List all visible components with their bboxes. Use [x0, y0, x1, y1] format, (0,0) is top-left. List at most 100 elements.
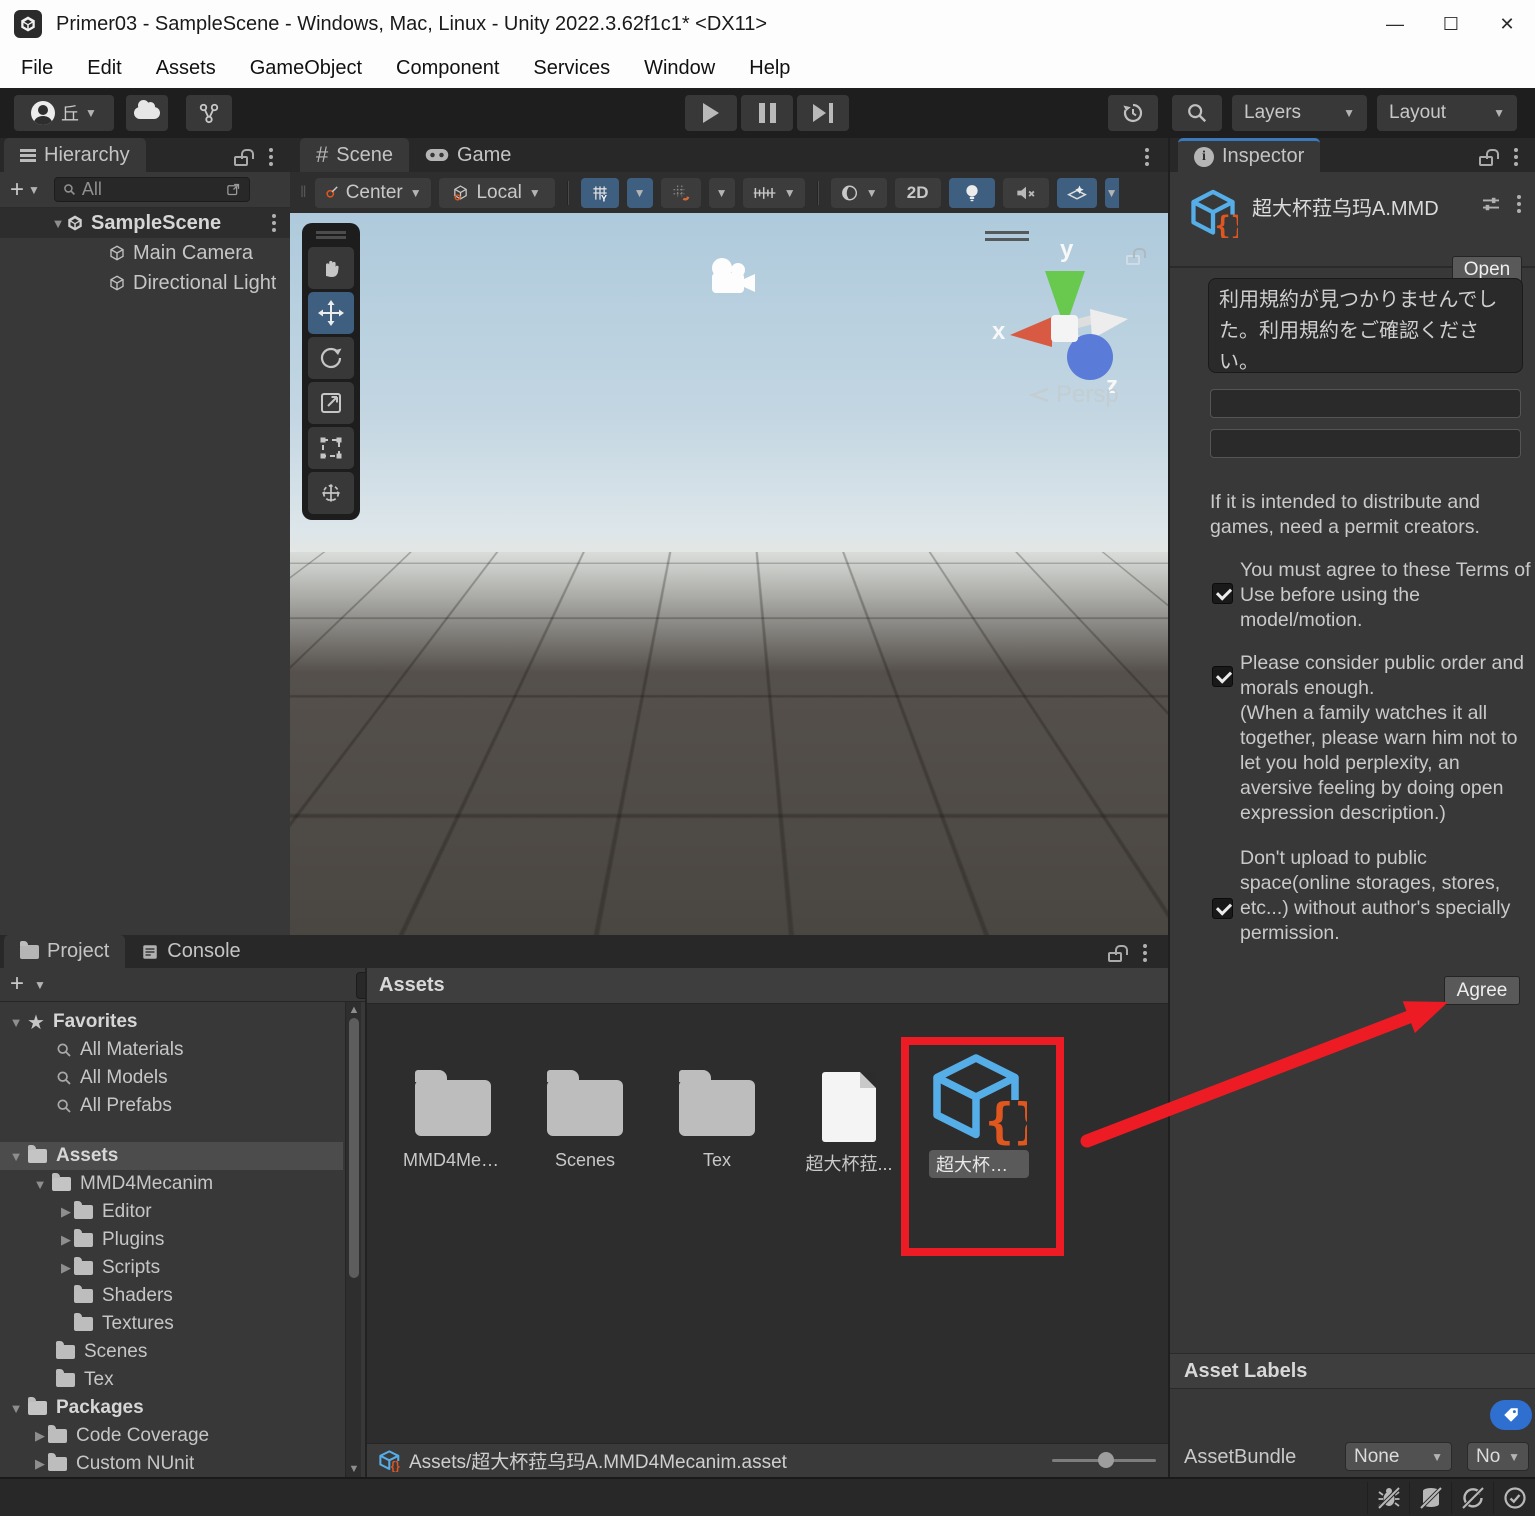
account-button[interactable]: 丘 ▼: [14, 95, 114, 131]
asset-item-tex-folder[interactable]: Tex: [667, 1070, 767, 1171]
scrollbar-thumb[interactable]: [349, 1018, 359, 1278]
slider-thumb[interactable]: [1098, 1452, 1114, 1468]
tab-game[interactable]: Game: [409, 138, 527, 172]
overlay-drag-handle[interactable]: [316, 231, 346, 239]
tab-console[interactable]: Console: [125, 935, 256, 968]
scene-effects-button[interactable]: [1056, 177, 1097, 208]
foldout-open-icon[interactable]: ▼: [50, 216, 66, 231]
menu-edit[interactable]: Edit: [70, 48, 138, 88]
pause-button[interactable]: [741, 95, 793, 131]
hierarchy-item-directional-light[interactable]: Directional Light: [0, 268, 290, 298]
hierarchy-search-input[interactable]: All: [53, 177, 250, 202]
hand-tool-button[interactable]: [308, 247, 354, 289]
tree-item-tex[interactable]: Tex: [0, 1366, 343, 1394]
add-object-caret-icon[interactable]: ▼: [28, 183, 40, 197]
kebab-menu-icon[interactable]: [1504, 189, 1534, 219]
tree-item-custom-nunit[interactable]: ▶ Custom NUnit: [0, 1450, 343, 1477]
thumbnail-size-slider[interactable]: [1052, 1452, 1156, 1468]
tree-item-plugins[interactable]: ▶ Plugins: [0, 1226, 343, 1254]
cloud-button[interactable]: [126, 95, 168, 131]
menu-gameobject[interactable]: GameObject: [233, 48, 379, 88]
grid-breadcrumb[interactable]: Assets: [367, 968, 1168, 1004]
step-button[interactable]: [797, 95, 849, 131]
transform-tool-button[interactable]: [308, 472, 354, 514]
tree-item-favorites[interactable]: ▼ ★ Favorites: [0, 1008, 343, 1036]
create-asset-caret-icon[interactable]: ▼: [34, 978, 46, 992]
scene-lighting-button[interactable]: [948, 177, 995, 208]
tab-project[interactable]: Project: [4, 935, 126, 968]
move-tool-button[interactable]: [308, 292, 354, 334]
asset-item-scenes-folder[interactable]: Scenes: [535, 1070, 635, 1171]
tree-item-packages[interactable]: ▼ Packages: [0, 1394, 343, 1422]
scene-audio-button[interactable]: [1002, 177, 1049, 208]
tree-item-all-prefabs[interactable]: All Prefabs: [0, 1092, 343, 1120]
presets-icon[interactable]: [1482, 196, 1500, 217]
create-asset-button[interactable]: +: [10, 970, 24, 998]
tree-item-shaders[interactable]: Shaders: [0, 1282, 343, 1310]
rect-tool-button[interactable]: [308, 427, 354, 469]
layers-dropdown[interactable]: Layers ▼: [1232, 95, 1367, 131]
tree-item-scripts[interactable]: ▶ Scripts: [0, 1254, 343, 1282]
hierarchy-item-main-camera[interactable]: Main Camera: [0, 238, 290, 268]
terms-checkbox-3[interactable]: [1212, 898, 1233, 919]
grid-options-caret[interactable]: ▼: [626, 177, 653, 208]
add-object-button[interactable]: +: [10, 176, 24, 204]
tree-item-mmd4mecanim[interactable]: ▼ MMD4Mecanim: [0, 1170, 343, 1198]
menu-help[interactable]: Help: [732, 48, 807, 88]
assetbundle-variant-dropdown[interactable]: No ▼: [1467, 1442, 1529, 1471]
debugger-disabled-button[interactable]: [1367, 1482, 1409, 1514]
kebab-menu-icon[interactable]: [1130, 938, 1160, 968]
lock-icon[interactable]: [1471, 142, 1501, 172]
tree-item-textures[interactable]: Textures: [0, 1310, 343, 1338]
tree-item-editor[interactable]: ▶ Editor: [0, 1198, 343, 1226]
asset-labels-header[interactable]: Asset Labels: [1170, 1353, 1535, 1389]
tree-item-code-coverage[interactable]: ▶ Code Coverage: [0, 1422, 343, 1450]
tab-inspector[interactable]: i Inspector: [1178, 138, 1321, 172]
tree-item-scenes[interactable]: Scenes: [0, 1338, 343, 1366]
layout-dropdown[interactable]: Layout ▼: [1377, 95, 1517, 131]
scroll-up-icon[interactable]: ▲: [346, 1004, 362, 1016]
menu-component[interactable]: Component: [379, 48, 516, 88]
scene-row[interactable]: ▼ SampleScene: [0, 208, 290, 238]
rotate-tool-button[interactable]: [308, 337, 354, 379]
tab-scene[interactable]: # Scene: [300, 138, 409, 172]
assetbundle-dropdown[interactable]: None ▼: [1345, 1442, 1452, 1471]
snap-grid-button[interactable]: [660, 177, 701, 208]
tool-settings-button[interactable]: ▼: [742, 177, 805, 208]
menu-file[interactable]: File: [4, 48, 70, 88]
tree-scrollbar[interactable]: ▲ ▼: [345, 1002, 361, 1477]
open-in-window-icon[interactable]: [226, 182, 241, 197]
menu-assets[interactable]: Assets: [139, 48, 233, 88]
kebab-menu-icon[interactable]: [256, 142, 286, 172]
camera-gizmo-icon[interactable]: [708, 255, 760, 299]
lock-icon[interactable]: [226, 142, 256, 172]
add-label-button[interactable]: [1490, 1400, 1532, 1430]
version-control-button[interactable]: [186, 95, 232, 131]
tree-item-all-models[interactable]: All Models: [0, 1064, 343, 1092]
kebab-menu-icon[interactable]: [1132, 142, 1162, 172]
perspective-toggle[interactable]: Persp: [1028, 381, 1119, 409]
snap-options-caret[interactable]: ▼: [708, 177, 735, 208]
effects-options-caret[interactable]: ▼: [1104, 177, 1119, 208]
2d-toggle-button[interactable]: 2D: [894, 177, 941, 208]
kebab-menu-icon[interactable]: [272, 221, 276, 225]
scroll-down-icon[interactable]: ▼: [346, 1463, 362, 1475]
terms-field-1[interactable]: [1210, 389, 1521, 418]
orientation-dropdown[interactable]: Local ▼: [438, 177, 555, 208]
asset-item-mmd4mecanim-folder[interactable]: MMD4Mec...: [403, 1070, 503, 1171]
tree-item-all-materials[interactable]: All Materials: [0, 1036, 343, 1064]
tab-hierarchy[interactable]: Hierarchy: [4, 138, 146, 172]
agree-button[interactable]: Agree: [1444, 976, 1520, 1005]
play-button[interactable]: [685, 95, 737, 131]
auto-refresh-disabled-button[interactable]: [1451, 1482, 1493, 1514]
menu-window[interactable]: Window: [627, 48, 732, 88]
pivot-mode-dropdown[interactable]: Center ▼: [314, 177, 431, 208]
undo-history-button[interactable]: [1108, 95, 1158, 131]
close-icon[interactable]: ✕: [1479, 0, 1535, 48]
maximize-icon[interactable]: ☐: [1423, 0, 1479, 48]
import-activity-button[interactable]: [1493, 1482, 1535, 1514]
terms-checkbox-2[interactable]: [1212, 666, 1233, 687]
cache-disabled-button[interactable]: [1409, 1482, 1451, 1514]
tree-item-assets[interactable]: ▼ Assets: [0, 1142, 343, 1170]
search-button[interactable]: [1172, 95, 1222, 131]
